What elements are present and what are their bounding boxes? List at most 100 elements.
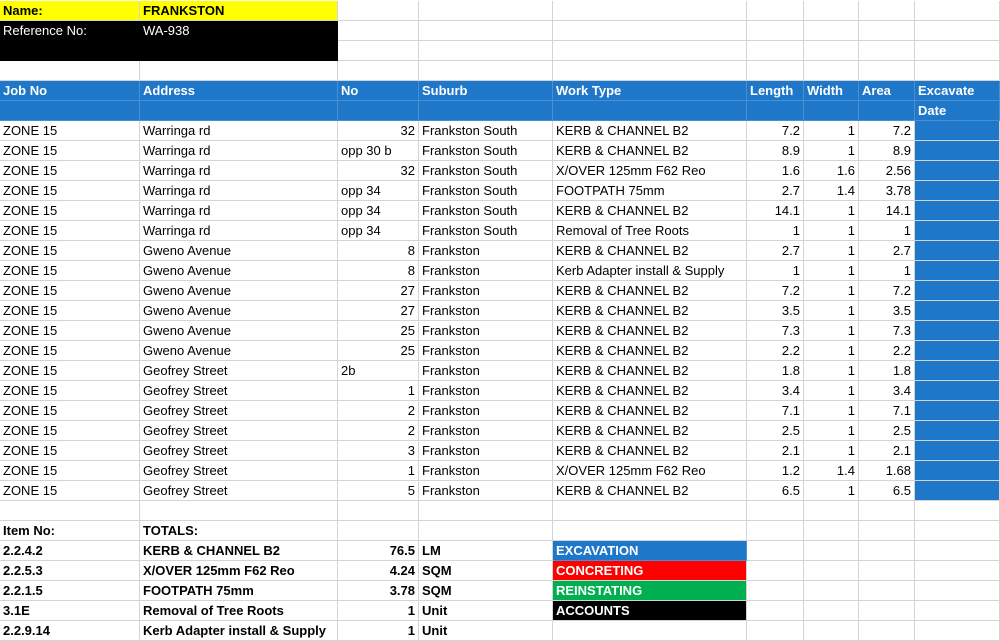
table-cell[interactable]: 1.6	[747, 161, 804, 181]
total-item-no[interactable]: 2.2.5.3	[0, 561, 140, 581]
excavate-date-cell[interactable]	[915, 241, 1000, 261]
table-cell[interactable]: KERB & CHANNEL B2	[553, 321, 747, 341]
table-cell[interactable]: 1	[804, 281, 859, 301]
table-cell[interactable]: ZONE 15	[0, 141, 140, 161]
grid-cell[interactable]	[0, 61, 140, 81]
total-item-no[interactable]: 2.2.4.2	[0, 541, 140, 561]
total-item-no[interactable]: 2.2.9.14	[0, 621, 140, 641]
grid-cell[interactable]	[804, 501, 859, 521]
grid-cell[interactable]	[419, 1, 553, 21]
table-cell[interactable]: Warringa rd	[140, 221, 338, 241]
grid-cell[interactable]	[747, 621, 804, 641]
total-item-name[interactable]: KERB & CHANNEL B2	[140, 541, 338, 561]
grid-cell[interactable]	[747, 21, 804, 41]
grid-cell[interactable]	[915, 1, 1000, 21]
table-cell[interactable]: KERB & CHANNEL B2	[553, 141, 747, 161]
reference-pad[interactable]	[0, 41, 140, 61]
item-no-label[interactable]: Item No:	[0, 521, 140, 541]
grid-cell[interactable]	[859, 41, 915, 61]
table-cell[interactable]: 1	[804, 421, 859, 441]
table-cell[interactable]: Gweno Avenue	[140, 321, 338, 341]
excavate-date-cell[interactable]	[915, 441, 1000, 461]
column-header[interactable]: Area	[859, 81, 915, 101]
total-item-name[interactable]: Kerb Adapter install & Supply	[140, 621, 338, 641]
total-item-unit[interactable]: Unit	[419, 601, 553, 621]
table-cell[interactable]: Frankston	[419, 361, 553, 381]
grid-cell[interactable]	[804, 521, 859, 541]
grid-cell[interactable]	[419, 21, 553, 41]
total-item-no[interactable]: 2.2.1.5	[0, 581, 140, 601]
total-item-unit[interactable]: LM	[419, 541, 553, 561]
table-cell[interactable]: Frankston South	[419, 221, 553, 241]
excavate-date-cell[interactable]	[915, 361, 1000, 381]
table-cell[interactable]: KERB & CHANNEL B2	[553, 401, 747, 421]
table-cell[interactable]: 32	[338, 121, 419, 141]
table-cell[interactable]: 2.56	[859, 161, 915, 181]
legend-reinstating[interactable]: REINSTATING	[553, 581, 747, 601]
table-cell[interactable]: ZONE 15	[0, 221, 140, 241]
table-cell[interactable]: 1	[804, 301, 859, 321]
table-cell[interactable]: Frankston South	[419, 161, 553, 181]
legend-accounts[interactable]: ACCOUNTS	[553, 601, 747, 621]
total-item-unit[interactable]: SQM	[419, 561, 553, 581]
table-cell[interactable]: 7.2	[747, 281, 804, 301]
total-item-unit[interactable]: Unit	[419, 621, 553, 641]
table-cell[interactable]: ZONE 15	[0, 341, 140, 361]
table-cell[interactable]: ZONE 15	[0, 241, 140, 261]
grid-cell[interactable]	[747, 61, 804, 81]
column-header-sub[interactable]	[553, 101, 747, 121]
table-cell[interactable]: Frankston South	[419, 121, 553, 141]
table-cell[interactable]: Frankston	[419, 301, 553, 321]
column-header-sub[interactable]	[804, 101, 859, 121]
table-cell[interactable]: 27	[338, 281, 419, 301]
grid-cell[interactable]	[915, 521, 1000, 541]
grid-cell[interactable]	[419, 41, 553, 61]
column-header[interactable]: Address	[140, 81, 338, 101]
table-cell[interactable]: opp 34	[338, 221, 419, 241]
table-cell[interactable]: ZONE 15	[0, 321, 140, 341]
grid-cell[interactable]	[915, 601, 1000, 621]
table-cell[interactable]: ZONE 15	[0, 421, 140, 441]
table-cell[interactable]: KERB & CHANNEL B2	[553, 201, 747, 221]
table-cell[interactable]: Frankston South	[419, 181, 553, 201]
table-cell[interactable]: 8	[338, 261, 419, 281]
name-value[interactable]: FRANKSTON	[140, 1, 338, 21]
table-cell[interactable]: Frankston South	[419, 201, 553, 221]
grid-cell[interactable]	[804, 541, 859, 561]
grid-cell[interactable]	[338, 41, 419, 61]
table-cell[interactable]: 1.2	[747, 461, 804, 481]
table-cell[interactable]: Warringa rd	[140, 121, 338, 141]
table-cell[interactable]: 1	[747, 261, 804, 281]
table-cell[interactable]: Frankston	[419, 481, 553, 501]
table-cell[interactable]: FOOTPATH 75mm	[553, 181, 747, 201]
reference-label[interactable]: Reference No:	[0, 21, 140, 41]
table-cell[interactable]: 6.5	[747, 481, 804, 501]
grid-cell[interactable]	[553, 1, 747, 21]
grid-cell[interactable]	[859, 581, 915, 601]
table-cell[interactable]: 1	[804, 361, 859, 381]
table-cell[interactable]: 6.5	[859, 481, 915, 501]
table-cell[interactable]: 1.8	[859, 361, 915, 381]
grid-cell[interactable]	[553, 621, 747, 641]
table-cell[interactable]: 1	[338, 381, 419, 401]
table-cell[interactable]: 2.2	[859, 341, 915, 361]
grid-cell[interactable]	[804, 1, 859, 21]
table-cell[interactable]: 1	[804, 261, 859, 281]
table-cell[interactable]: ZONE 15	[0, 181, 140, 201]
excavate-date-cell[interactable]	[915, 181, 1000, 201]
table-cell[interactable]: Frankston	[419, 321, 553, 341]
table-cell[interactable]: Geofrey Street	[140, 441, 338, 461]
table-cell[interactable]: KERB & CHANNEL B2	[553, 421, 747, 441]
grid-cell[interactable]	[859, 561, 915, 581]
total-item-name[interactable]: X/OVER 125mm F62 Reo	[140, 561, 338, 581]
table-cell[interactable]: 2	[338, 421, 419, 441]
table-cell[interactable]: 1.68	[859, 461, 915, 481]
table-cell[interactable]: Gweno Avenue	[140, 341, 338, 361]
name-label[interactable]: Name:	[0, 1, 140, 21]
excavate-date-cell[interactable]	[915, 381, 1000, 401]
grid-cell[interactable]	[338, 521, 419, 541]
table-cell[interactable]: ZONE 15	[0, 161, 140, 181]
table-cell[interactable]: opp 30 b	[338, 141, 419, 161]
column-header-sub[interactable]	[419, 101, 553, 121]
total-item-qty[interactable]: 1	[338, 621, 419, 641]
